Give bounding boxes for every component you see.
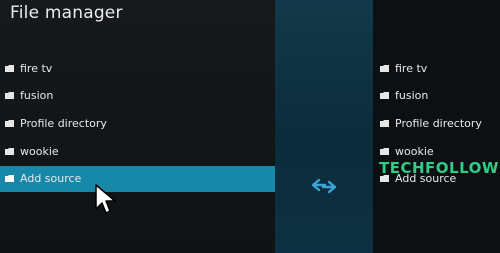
watermark: TECHFOLLOWS — [379, 159, 500, 177]
left-item-fusion[interactable]: fusion — [0, 83, 275, 109]
folder-icon — [380, 92, 389, 99]
folder-icon — [5, 175, 14, 182]
left-item-wookie[interactable]: wookie — [0, 139, 275, 165]
left-item-add-source[interactable]: Add source — [0, 166, 275, 192]
folder-icon — [5, 92, 14, 99]
left-item-label: Add source — [20, 172, 82, 185]
right-item-label: wookie — [395, 145, 434, 158]
right-item-label: fusion — [395, 89, 429, 102]
left-item-label: Profile directory — [20, 117, 107, 130]
right-item-label: fire tv — [395, 62, 428, 75]
left-item-profile-directory[interactable]: Profile directory — [0, 111, 275, 137]
swap-arrows-icon[interactable] — [311, 174, 337, 198]
folder-icon — [5, 65, 14, 72]
right-item-label: Profile directory — [395, 117, 482, 130]
mouse-cursor-icon — [94, 184, 118, 216]
right-item-fire-tv[interactable]: fire tv — [373, 56, 500, 82]
right-item-profile-directory[interactable]: Profile directory — [373, 111, 500, 137]
left-item-label: fusion — [20, 89, 54, 102]
left-item-label: fire tv — [20, 62, 53, 75]
page-title: File manager — [10, 3, 123, 23]
left-item-fire-tv[interactable]: fire tv — [0, 56, 275, 82]
folder-icon — [380, 148, 389, 155]
folder-icon — [380, 65, 389, 72]
folder-icon — [5, 120, 14, 127]
folder-icon — [5, 148, 14, 155]
pane-divider — [275, 0, 373, 253]
left-item-label: wookie — [20, 145, 59, 158]
right-item-fusion[interactable]: fusion — [373, 83, 500, 109]
folder-icon — [380, 120, 389, 127]
